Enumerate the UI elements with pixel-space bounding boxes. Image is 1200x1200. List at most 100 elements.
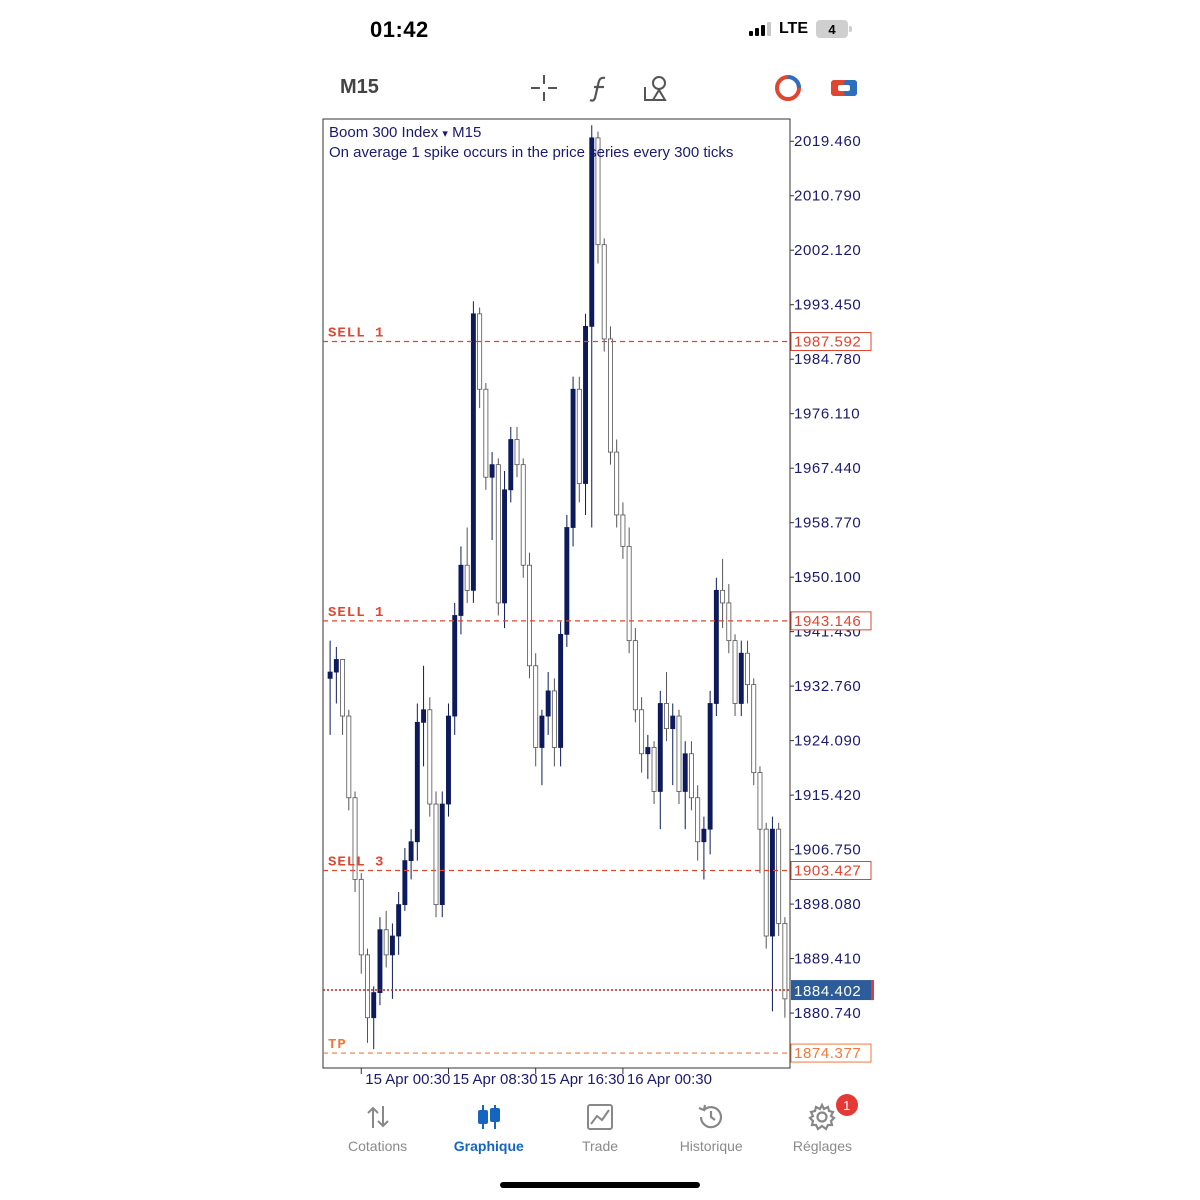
crosshair-icon[interactable] xyxy=(528,72,560,104)
candle-body xyxy=(645,747,651,755)
candle-body xyxy=(682,753,688,792)
candle-body xyxy=(520,464,526,566)
candle-body xyxy=(327,671,333,679)
candle-body xyxy=(589,137,595,327)
x-tick-label: 15 Apr 16:30 xyxy=(540,1071,625,1088)
candle-body xyxy=(483,388,489,478)
nav-item-cotations[interactable]: Cotations xyxy=(322,1096,433,1166)
candle-body xyxy=(458,564,464,616)
y-tick-label: 1967.440 xyxy=(794,460,861,477)
candle-body xyxy=(732,640,738,704)
candle-body xyxy=(527,564,532,667)
level-label: TP xyxy=(328,1037,347,1053)
candle-body xyxy=(358,879,364,956)
candle-body xyxy=(695,797,701,843)
settings-notification-badge: 1 xyxy=(835,1094,858,1116)
indicator-f-icon[interactable] xyxy=(584,72,616,104)
trade-chart-icon xyxy=(587,1104,613,1130)
candle-body xyxy=(620,514,626,547)
level-label: SELL 1 xyxy=(328,326,384,342)
battery-level: 4 xyxy=(828,21,836,37)
settings-gear-icon xyxy=(808,1102,837,1131)
candle-body xyxy=(676,715,682,792)
battery-icon: 4 xyxy=(816,20,852,38)
candle-body xyxy=(545,690,551,717)
y-tick-label: 1976.110 xyxy=(794,406,860,423)
candle-body xyxy=(720,589,726,604)
candle-body xyxy=(477,313,483,390)
nav-item-graphique[interactable]: Graphique xyxy=(433,1096,544,1166)
timeframe-selector[interactable]: M15 xyxy=(340,76,379,99)
candle-body xyxy=(601,244,607,340)
plot-frame xyxy=(322,118,791,1069)
candle-body xyxy=(365,954,370,1019)
nav-item-reglages[interactable]: 1 Réglages xyxy=(767,1094,878,1166)
nav-label-cotations: Cotations xyxy=(348,1138,408,1154)
candle-body xyxy=(539,715,545,748)
chart-canvas[interactable]: 2019.460 2010.790 2002.120 1993.450 1984.780… xyxy=(322,118,878,1098)
network-type: LTE xyxy=(778,20,808,37)
candle-body xyxy=(333,659,339,673)
symbol-dropdown-icon[interactable]: ▾ xyxy=(442,128,448,140)
level-price-label: 1903.427 xyxy=(794,862,861,879)
candle-body xyxy=(626,545,632,642)
candle-body xyxy=(489,464,495,478)
one-click-trading-icon[interactable] xyxy=(772,72,804,104)
level-price-label: 1943.146 xyxy=(794,613,861,630)
candle-body xyxy=(757,772,763,830)
candle-body xyxy=(377,929,383,993)
level-price-label: 1874.377 xyxy=(794,1045,861,1062)
candle-body xyxy=(738,652,744,704)
candle-body xyxy=(408,841,414,862)
current-price-label: 1884.402 xyxy=(794,983,861,1000)
candle-body xyxy=(346,715,352,799)
candle-body xyxy=(508,439,514,491)
chart-symbol-header[interactable]: Boom 300 Index ▾ M15 xyxy=(329,124,481,141)
objects-icon[interactable] xyxy=(640,72,672,104)
y-tick-label: 2002.120 xyxy=(794,242,861,259)
candle-body xyxy=(421,709,427,723)
chart-symbol[interactable]: Boom 300 Index xyxy=(329,124,438,141)
y-tick-label: 1924.090 xyxy=(794,733,861,750)
y-tick-label: 1950.100 xyxy=(794,569,861,586)
price-chart[interactable]: 2019.460 2010.790 2002.120 1993.450 1984.780… xyxy=(322,118,878,1098)
candle-body xyxy=(657,703,663,792)
nav-label-reglages: Réglages xyxy=(792,1138,852,1154)
y-tick-label: 1906.750 xyxy=(794,842,861,859)
candle-body xyxy=(564,527,570,635)
nav-label-trade: Trade xyxy=(581,1138,619,1154)
candle-body xyxy=(502,489,508,604)
candle-body xyxy=(414,721,420,843)
candle-body xyxy=(371,992,377,1019)
current-price-marker xyxy=(871,980,874,1001)
quotes-arrows-icon xyxy=(366,1106,389,1128)
candle-body xyxy=(576,388,582,484)
nav-label-graphique: Graphique xyxy=(453,1138,524,1154)
status-time: 01:42 xyxy=(370,17,429,42)
status-indicators: LTE 4 xyxy=(748,20,852,38)
candle-body xyxy=(446,715,451,805)
y-tick-label: 1984.780 xyxy=(794,351,861,368)
candle-body xyxy=(614,451,620,516)
y-tick-label: 1898.080 xyxy=(794,896,861,913)
y-tick-label: 2019.460 xyxy=(794,133,861,150)
candle-body xyxy=(340,659,346,717)
x-tick-label: 15 Apr 08:30 xyxy=(452,1071,537,1088)
candle-body xyxy=(389,935,395,956)
nav-item-historique[interactable]: Historique xyxy=(656,1096,767,1166)
bottom-navigation: Cotations Graphique Trade Historique 1 R… xyxy=(322,1094,878,1166)
candle-body xyxy=(707,703,713,830)
candle-body xyxy=(583,325,588,484)
level-label: SELL 3 xyxy=(328,854,384,870)
candle-body xyxy=(763,828,769,937)
candle-body xyxy=(632,640,638,711)
candle-body xyxy=(464,564,470,591)
nav-item-trade[interactable]: Trade xyxy=(544,1096,655,1166)
candle-body xyxy=(452,615,458,717)
trade-panel-icon[interactable] xyxy=(828,72,860,104)
level-label: SELL 1 xyxy=(328,605,384,621)
candle-body xyxy=(651,747,657,792)
candle-body xyxy=(664,703,669,730)
home-indicator[interactable] xyxy=(500,1182,700,1188)
candle-body xyxy=(383,929,389,956)
